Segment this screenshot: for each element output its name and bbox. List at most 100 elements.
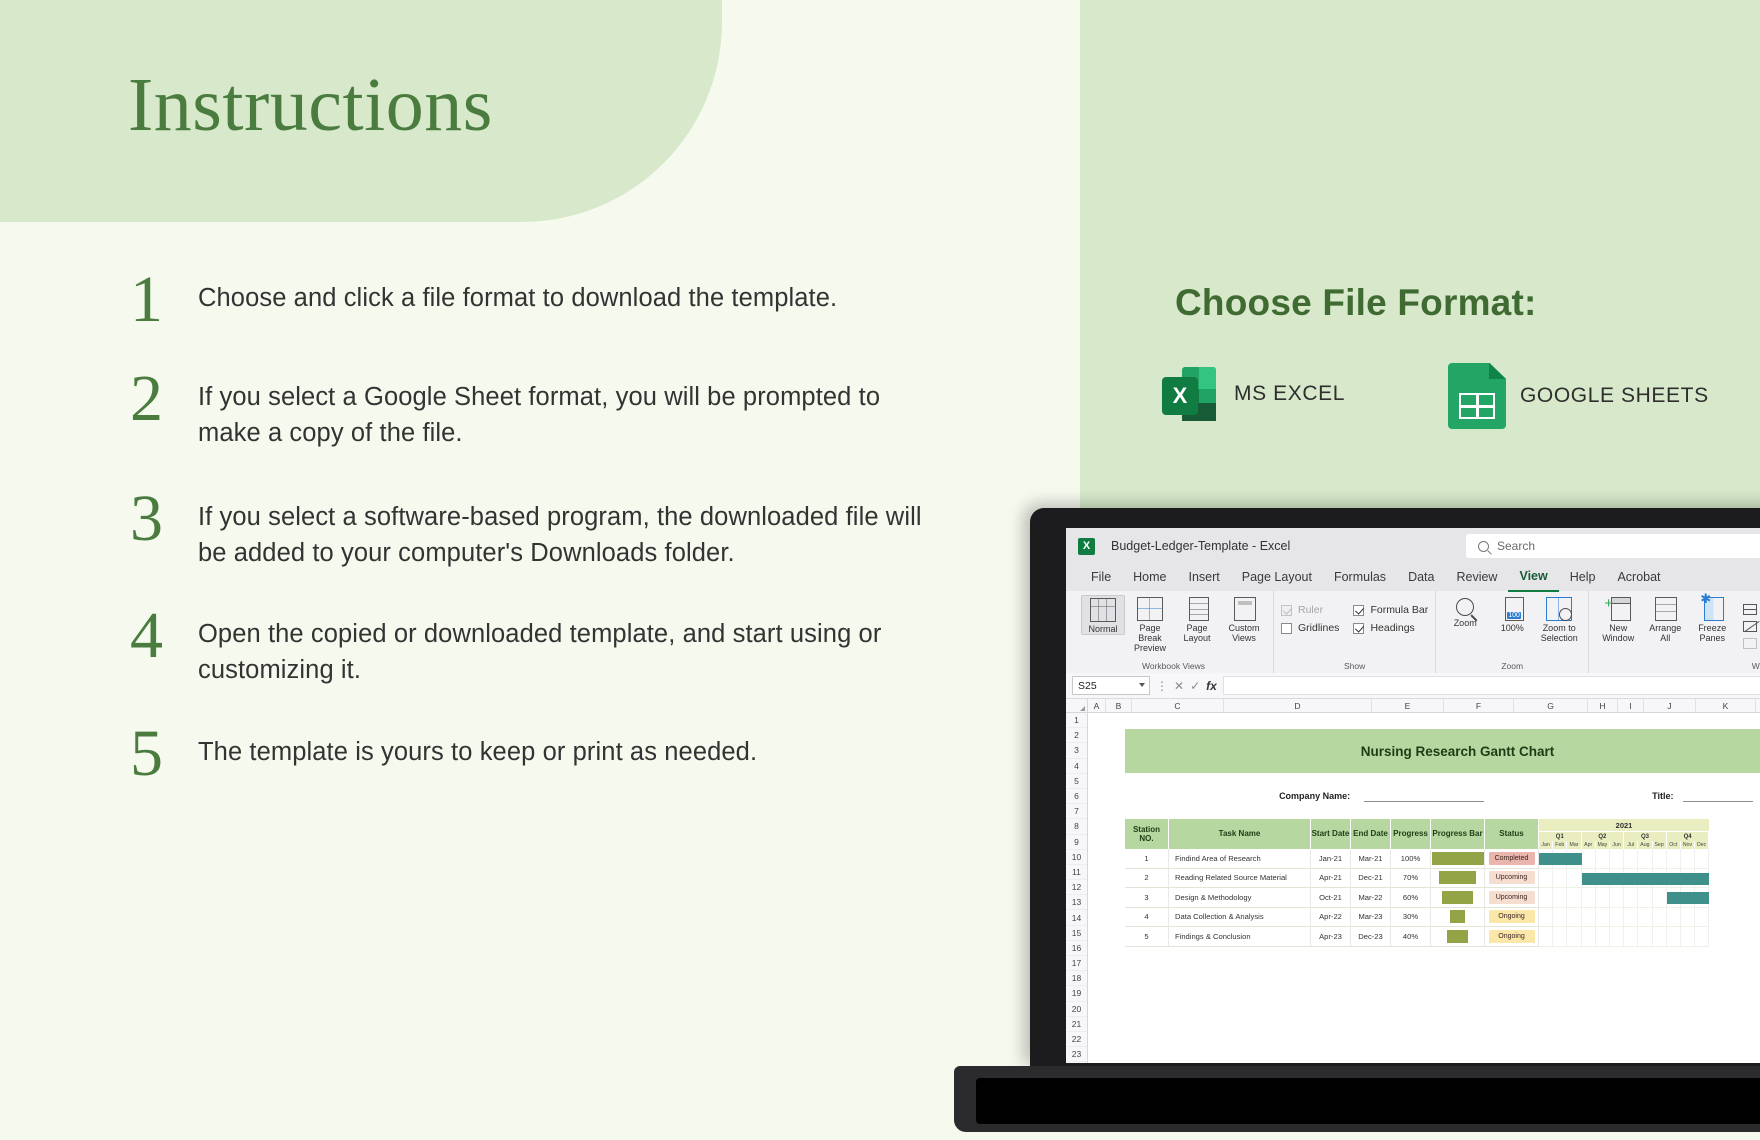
zoom-100-button[interactable]: 100%	[1490, 595, 1534, 633]
freeze-panes-button[interactable]: ✱ Freeze Panes	[1690, 592, 1734, 643]
col-A[interactable]: A	[1088, 699, 1106, 712]
new-window-button[interactable]: + New Window	[1596, 595, 1640, 643]
gridlines-checkbox[interactable]: Gridlines	[1281, 622, 1339, 634]
timeline-quarter: Q4	[1666, 832, 1710, 841]
th-end-date: End Date	[1351, 819, 1391, 849]
company-name-field[interactable]	[1364, 790, 1485, 802]
normal-view-button[interactable]: Normal	[1081, 595, 1125, 636]
col-G[interactable]: G	[1514, 699, 1588, 712]
select-all-corner[interactable]	[1066, 699, 1088, 712]
tab-insert[interactable]: Insert	[1178, 564, 1231, 591]
row-header[interactable]: 11	[1066, 865, 1087, 881]
confirm-icon[interactable]: ✓	[1190, 679, 1200, 693]
col-D[interactable]: D	[1224, 699, 1372, 712]
cell-end-date: Mar-22	[1351, 888, 1391, 907]
tab-formulas[interactable]: Formulas	[1323, 564, 1397, 591]
col-H[interactable]: H	[1588, 699, 1618, 712]
col-L[interactable]: L	[1756, 699, 1760, 712]
gantt-bar-row	[1539, 849, 1710, 869]
tab-acrobat[interactable]: Acrobat	[1606, 564, 1671, 591]
format-option-ms-excel[interactable]: X MS EXCEL	[1158, 363, 1345, 425]
formula-bar-checkbox[interactable]: Formula Bar	[1353, 604, 1428, 616]
row-header[interactable]: 13	[1066, 895, 1087, 911]
table-row[interactable]: 2 Reading Related Source Material Apr-21 De…	[1125, 868, 1539, 888]
row-header[interactable]: 10	[1066, 850, 1087, 865]
step-text: If you select a Google Sheet format, you…	[198, 382, 881, 447]
tab-file[interactable]: File	[1080, 564, 1122, 591]
step-text: The template is yours to keep or print a…	[198, 737, 758, 766]
insert-function-icon[interactable]: fx	[1206, 679, 1217, 693]
hide-button[interactable]: Hide	[1743, 620, 1760, 632]
table-row[interactable]: 3 Design & Methodology Oct-21 Mar-22 60% Upco…	[1125, 888, 1539, 908]
row-header[interactable]: 9	[1066, 835, 1087, 850]
row-header[interactable]: 5	[1066, 774, 1087, 789]
page-layout-button[interactable]: Page Layout	[1175, 595, 1219, 643]
tab-view[interactable]: View	[1508, 563, 1559, 592]
row-header[interactable]: 17	[1066, 956, 1087, 972]
title-field[interactable]	[1683, 790, 1754, 802]
zoom-to-selection-button[interactable]: Zoom to Selection	[1537, 595, 1581, 643]
row-header[interactable]: 8	[1066, 819, 1087, 835]
row-header[interactable]: 2	[1066, 728, 1087, 744]
table-row[interactable]: 1 Findind Area of Research Jan-21 Mar-21 100…	[1125, 849, 1539, 869]
search-input[interactable]: Search	[1466, 534, 1760, 558]
table-row[interactable]: 4 Data Collection & Analysis Apr-22 Mar-23 3…	[1125, 907, 1539, 927]
row-header[interactable]: 15	[1066, 926, 1087, 941]
row-header[interactable]: 23	[1066, 1047, 1087, 1063]
timeline-year: 2021	[1539, 819, 1709, 832]
col-B[interactable]: B	[1106, 699, 1132, 712]
row-header[interactable]: 1	[1066, 713, 1087, 729]
timeline-month: Sep	[1652, 841, 1667, 849]
custom-views-button[interactable]: Custom Views	[1222, 595, 1266, 643]
row-header[interactable]: 7	[1066, 804, 1087, 820]
split-button[interactable]: Split	[1743, 603, 1760, 615]
row-header[interactable]: 24	[1066, 1062, 1087, 1063]
ruler-checkbox[interactable]: Ruler	[1281, 604, 1339, 616]
timeline-quarter: Q2	[1581, 832, 1625, 841]
format-option-google-sheets[interactable]: GOOGLE SHEETS	[1448, 363, 1709, 429]
tab-page-layout[interactable]: Page Layout	[1231, 564, 1323, 591]
col-I[interactable]: I	[1618, 699, 1644, 712]
status-badge: Upcoming	[1488, 871, 1535, 885]
row-header[interactable]: 4	[1066, 759, 1087, 774]
col-C[interactable]: C	[1132, 699, 1224, 712]
spreadsheet-grid: A B C D E F G H I J K L M 12345678910111…	[1066, 699, 1760, 1063]
tab-home[interactable]: Home	[1122, 564, 1177, 591]
row-header[interactable]: 14	[1066, 910, 1087, 926]
tab-data[interactable]: Data	[1397, 564, 1445, 591]
row-header[interactable]: 6	[1066, 789, 1087, 805]
cell-progress: 100%	[1391, 849, 1431, 868]
page-break-preview-button[interactable]: Page Break Preview	[1128, 595, 1172, 653]
gantt-cell	[1610, 907, 1625, 926]
table-row[interactable]: 5 Findings & Conclusion Apr-23 Dec-23 40% Ong…	[1125, 927, 1539, 947]
row-header[interactable]: 3	[1066, 743, 1087, 759]
timeline-month: May	[1595, 841, 1610, 849]
row-header[interactable]: 16	[1066, 941, 1087, 956]
row-header[interactable]: 20	[1066, 1002, 1087, 1017]
tab-review[interactable]: Review	[1445, 564, 1508, 591]
name-box[interactable]: S25	[1072, 676, 1150, 695]
cell-task-name: Findind Area of Research	[1169, 849, 1311, 868]
row-header[interactable]: 12	[1066, 880, 1087, 896]
tab-help[interactable]: Help	[1559, 564, 1607, 591]
gantt-cell	[1582, 907, 1596, 926]
cell-progress-bar	[1431, 888, 1485, 907]
more-options-icon[interactable]: ⋮	[1156, 679, 1168, 693]
row-header[interactable]: 22	[1066, 1032, 1087, 1048]
formula-input[interactable]	[1222, 676, 1760, 695]
cancel-icon[interactable]: ✕	[1174, 679, 1184, 693]
row-header[interactable]: 19	[1066, 986, 1087, 1002]
col-E[interactable]: E	[1372, 699, 1444, 712]
gantt-bar-row	[1539, 907, 1710, 927]
row-header[interactable]: 18	[1066, 971, 1087, 987]
zoom-button[interactable]: Zoom	[1443, 595, 1487, 628]
headings-checkbox[interactable]: Headings	[1353, 622, 1428, 634]
col-F[interactable]: F	[1444, 699, 1514, 712]
col-J[interactable]: J	[1644, 699, 1696, 712]
cell-progress-bar	[1431, 927, 1485, 946]
cell-end-date: Dec-21	[1351, 868, 1391, 887]
row-header[interactable]: 21	[1066, 1017, 1087, 1032]
gantt-cell	[1567, 907, 1582, 926]
arrange-all-button[interactable]: Arrange All	[1643, 595, 1687, 643]
col-K[interactable]: K	[1696, 699, 1756, 712]
